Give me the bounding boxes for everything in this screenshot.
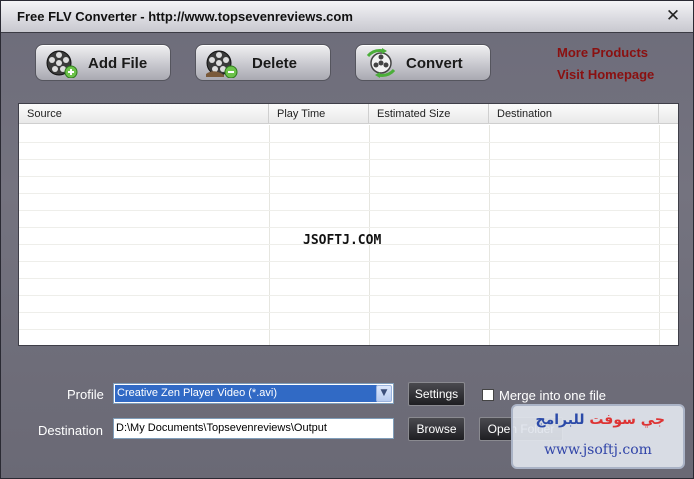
- title-bar[interactable]: Free FLV Converter - http://www.topseven…: [1, 1, 693, 33]
- add-file-label: Add File: [88, 55, 148, 72]
- chevron-down-icon[interactable]: ▼: [376, 385, 392, 402]
- row-divider: [19, 159, 678, 160]
- browse-button[interactable]: Browse: [408, 417, 465, 441]
- profile-label: Profile: [67, 387, 104, 402]
- more-products-link[interactable]: More Products: [557, 45, 648, 60]
- merge-label: Merge into one file: [499, 388, 606, 403]
- row-divider: [19, 193, 678, 194]
- merge-checkbox[interactable]: [482, 389, 494, 401]
- row-divider: [19, 329, 678, 330]
- settings-button[interactable]: Settings: [408, 382, 465, 406]
- column-header-estimated-size[interactable]: Estimated Size: [369, 104, 489, 124]
- delete-label: Delete: [252, 55, 298, 72]
- row-divider: [19, 142, 678, 143]
- app-window: Free FLV Converter - http://www.topseven…: [0, 0, 694, 479]
- watermark-stamp: جي سوفت للبرامج www.jsoftj.com: [511, 404, 685, 469]
- convert-button[interactable]: Convert: [355, 44, 491, 81]
- stamp-arabic-red: جي سوفت: [589, 412, 665, 428]
- row-divider: [19, 295, 678, 296]
- profile-selected-value: Creative Zen Player Video (*.avi): [115, 385, 377, 402]
- watermark-text: JSOFTJ.COM: [303, 233, 382, 248]
- destination-label: Destination: [38, 423, 104, 438]
- visit-homepage-link[interactable]: Visit Homepage: [557, 67, 654, 82]
- window-title: Free FLV Converter - http://www.topseven…: [17, 9, 353, 24]
- column-header-destination[interactable]: Destination: [489, 104, 659, 124]
- add-file-button[interactable]: Add File: [35, 44, 171, 81]
- column-header-source[interactable]: Source: [19, 104, 269, 124]
- delete-button[interactable]: Delete: [195, 44, 331, 81]
- row-divider: [19, 210, 678, 211]
- row-divider: [19, 278, 678, 279]
- stamp-url: www.jsoftj.com: [544, 442, 652, 458]
- column-header-spacer: [659, 104, 678, 124]
- convert-label: Convert: [406, 55, 463, 72]
- stamp-arabic-blue: للبرامج: [535, 412, 585, 428]
- row-divider: [19, 312, 678, 313]
- row-divider: [19, 227, 678, 228]
- stamp-arabic-text: جي سوفت للبرامج: [536, 412, 666, 428]
- film-reel-delete-icon: [206, 50, 238, 78]
- destination-input[interactable]: D:\My Documents\Topsevenreviews\Output: [113, 418, 394, 439]
- profile-select[interactable]: Creative Zen Player Video (*.avi) ▼: [113, 383, 394, 404]
- close-icon[interactable]: ✕: [663, 6, 683, 26]
- table-header: Source Play Time Estimated Size Destinat…: [19, 104, 678, 124]
- column-header-play-time[interactable]: Play Time: [269, 104, 369, 124]
- row-divider: [19, 176, 678, 177]
- file-list-table[interactable]: Source Play Time Estimated Size Destinat…: [18, 103, 679, 346]
- film-reel-add-icon: [46, 50, 78, 78]
- convert-reel-icon: [366, 48, 396, 78]
- row-divider: [19, 261, 678, 262]
